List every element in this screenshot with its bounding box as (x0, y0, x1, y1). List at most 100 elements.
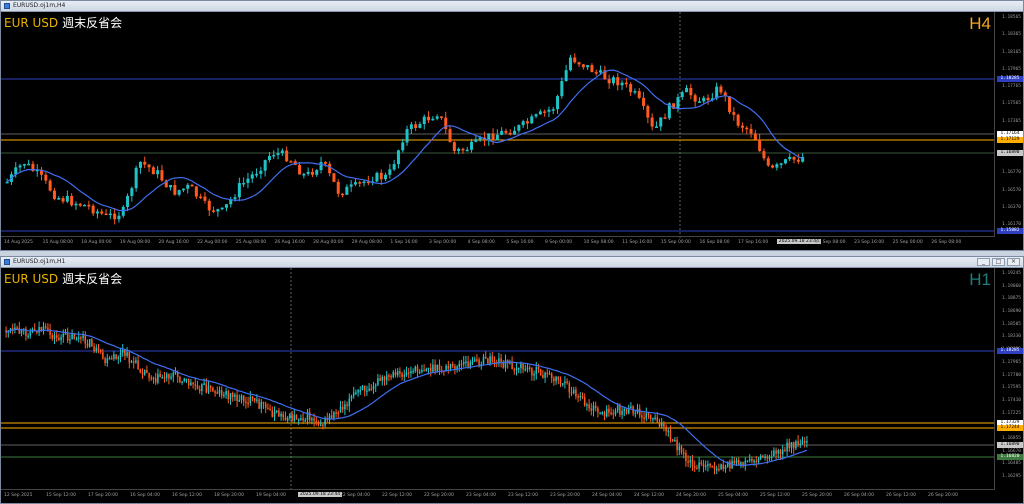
timeframe-label: H4 (969, 14, 991, 33)
candle-body (192, 382, 194, 385)
candle-body (511, 361, 513, 370)
candle-body (405, 372, 408, 375)
candle-body (339, 406, 342, 413)
window-controls: _ □ × (977, 258, 1020, 267)
candle-body (573, 57, 577, 63)
candle-body (539, 369, 542, 375)
chart-window-h4[interactable]: EURUSD.oj1m,H4 EUR USD 週末反省会 H4 1.18565 1.… (0, 0, 1024, 251)
candlestick-plot[interactable] (1, 12, 995, 239)
window-titlebar[interactable]: EURUSD.oj1m,H1 _ □ × (1, 257, 1023, 268)
candle-body (799, 443, 802, 445)
candle-body (315, 170, 319, 175)
candle-body (80, 337, 82, 339)
chart-window-h1[interactable]: EURUSD.oj1m,H1 _ □ × EUR USD 週末反省会 H1 1.1… (0, 256, 1024, 504)
price-tick-label: 1.16370 (1002, 204, 1021, 210)
candle-body (773, 450, 775, 457)
candle-body (62, 333, 65, 338)
window-title: EURUSD.oj1m,H1 (13, 258, 66, 265)
price-scale[interactable]: 1.18565 1.18365 1.18165 1.17965 1.17765 1.175… (994, 12, 1023, 237)
candle-body (396, 371, 399, 376)
candle-body (384, 174, 388, 180)
candle-body (745, 127, 749, 130)
candle-body (647, 413, 650, 416)
price-tick-label: 1.16485 (1002, 461, 1021, 467)
candle-body (52, 190, 56, 199)
candle-body (108, 358, 111, 360)
candle-body (159, 373, 161, 378)
candle-body (504, 360, 507, 368)
candle-body (289, 161, 293, 163)
candle-body (431, 118, 435, 121)
candle-body (646, 106, 650, 118)
time-tick-label: 24 Sep 04:00 (592, 493, 623, 498)
price-marker-box: 1.17129 (997, 137, 1023, 143)
candle-body (491, 356, 494, 362)
candle-body (775, 164, 779, 168)
candle-body (621, 410, 623, 415)
candle-body (702, 463, 705, 467)
candle-body (128, 352, 131, 363)
price-chart-h4[interactable]: EUR USD 週末反省会 H4 1.18565 1.18365 1.18165 1.1… (1, 12, 1023, 250)
price-tick-label: 1.16770 (1002, 170, 1021, 176)
candle-body (190, 184, 194, 187)
candle-body (795, 441, 797, 449)
candle-body (240, 395, 243, 400)
price-marker-box: 1.18285 (997, 76, 1023, 82)
candle-body (84, 335, 87, 344)
candle-body (696, 467, 698, 470)
candle-body (65, 195, 69, 202)
candle-body (381, 376, 384, 381)
candle-body (586, 404, 588, 406)
time-tick-label: 25 Sep 20:00 (802, 493, 833, 498)
candle-body (336, 181, 340, 194)
price-tick-label: 1.17225 (1002, 410, 1021, 416)
candlestick-plot[interactable] (1, 268, 995, 491)
candle-body (806, 440, 808, 443)
candle-body (641, 415, 643, 418)
candle-body (179, 376, 181, 383)
candle-body (753, 460, 755, 463)
candle-body (237, 183, 241, 198)
time-tick-label: 16 Sep 08:00 (699, 240, 730, 245)
candle-body (474, 139, 478, 142)
candle-body (47, 327, 49, 330)
price-scale[interactable]: 1.19245 1.19060 1.18875 1.18690 1.18505 1.183… (994, 268, 1023, 490)
candle-body (487, 358, 489, 364)
time-axis[interactable]: 14 Aug 2025 15 Aug 08:00 18 Aug 00:00 19 Au… (1, 236, 995, 250)
candle-body (169, 185, 173, 188)
candle-body (348, 398, 351, 407)
price-chart-h1[interactable]: EUR USD 週末反省会 H1 1.19245 1.19060 1.18875 1.1… (1, 268, 1023, 503)
candle-body (757, 458, 760, 462)
candle-body (457, 148, 461, 151)
candle-body (634, 412, 637, 415)
candle-body (225, 391, 227, 395)
candle-body (139, 369, 142, 373)
candle-body (260, 402, 263, 409)
candle-body (82, 335, 84, 339)
candle-body (264, 403, 267, 408)
candle-body (616, 77, 620, 86)
time-tick-label: 26 Sep 12:00 (886, 493, 917, 498)
candle-body (319, 162, 323, 171)
candle-body (77, 337, 80, 340)
window-titlebar[interactable]: EURUSD.oj1m,H4 (1, 1, 1023, 12)
candle-body (471, 361, 474, 364)
candle-body (425, 368, 428, 371)
candle-body (650, 117, 654, 127)
candle-body (454, 366, 456, 369)
candle-body (439, 116, 443, 118)
candle-body (132, 361, 135, 363)
maximize-button[interactable]: □ (992, 258, 1005, 266)
candle-body (44, 174, 48, 181)
candle-body (418, 124, 422, 128)
time-axis[interactable]: 12 Sep 2025 15 Sep 12:00 17 Sep 20:00 16 Se… (1, 489, 995, 503)
price-tick-label: 1.19060 (1002, 283, 1021, 289)
candle-body (280, 150, 284, 154)
candle-body (18, 327, 21, 334)
candle-body (619, 406, 621, 415)
candle-body (633, 91, 637, 93)
close-button[interactable]: × (1007, 258, 1020, 266)
minimize-button[interactable]: _ (977, 258, 990, 266)
candle-body (83, 204, 87, 207)
chart-window-icon (4, 3, 10, 9)
